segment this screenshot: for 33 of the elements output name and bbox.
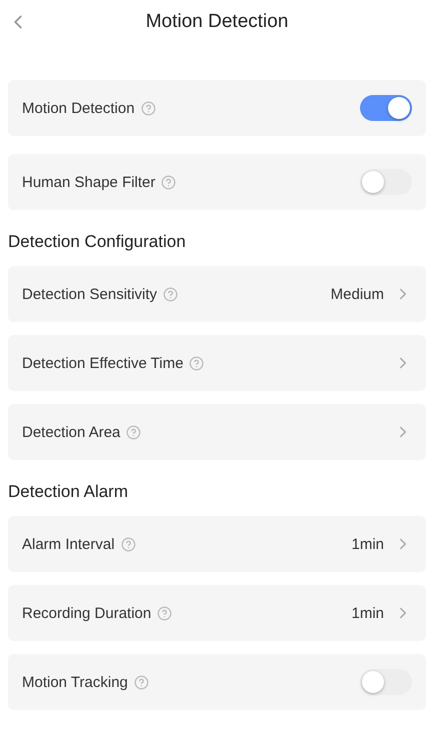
help-icon[interactable]: [163, 286, 178, 302]
toggle-switch[interactable]: [360, 95, 412, 121]
setting-label: Human Shape Filter: [22, 174, 156, 190]
setting-row[interactable]: Human Shape Filter: [8, 154, 426, 210]
setting-row[interactable]: Motion Detection: [8, 80, 426, 136]
toggle-switch[interactable]: [360, 669, 412, 695]
setting-label: Detection Sensitivity: [22, 286, 158, 302]
setting-value: Medium: [330, 286, 384, 302]
setting-row[interactable]: Detection Area: [8, 404, 426, 460]
setting-label: Detection Effective Time: [22, 354, 184, 372]
help-icon[interactable]: [161, 174, 176, 190]
toggle-switch[interactable]: [360, 169, 412, 195]
setting-label: Detection Area: [22, 424, 120, 440]
setting-row[interactable]: Alarm Interval 1min: [8, 516, 426, 572]
setting-value: 1min: [351, 604, 384, 622]
help-icon[interactable]: [189, 356, 204, 370]
page-title: Motion Detection: [146, 11, 288, 33]
setting-label: Motion Tracking: [22, 674, 128, 690]
help-icon[interactable]: [157, 606, 172, 620]
help-icon[interactable]: [120, 536, 136, 552]
help-icon[interactable]: [140, 100, 156, 116]
setting-label: Alarm Interval: [22, 536, 115, 552]
setting-label: Motion Detection: [22, 100, 135, 116]
setting-label: Recording Duration: [22, 604, 152, 622]
help-icon[interactable]: [126, 424, 142, 440]
section-heading: Detection Alarm: [8, 481, 129, 503]
help-icon[interactable]: [134, 674, 149, 690]
setting-row[interactable]: Detection Sensitivity Medium: [8, 266, 426, 322]
section-heading: Detection Configuration: [8, 231, 187, 253]
setting-row[interactable]: Motion Tracking: [8, 654, 426, 710]
setting-row[interactable]: Recording Duration 1min: [8, 585, 426, 641]
setting-value: 1min: [351, 536, 384, 552]
setting-row[interactable]: Detection Effective Time: [8, 335, 426, 391]
